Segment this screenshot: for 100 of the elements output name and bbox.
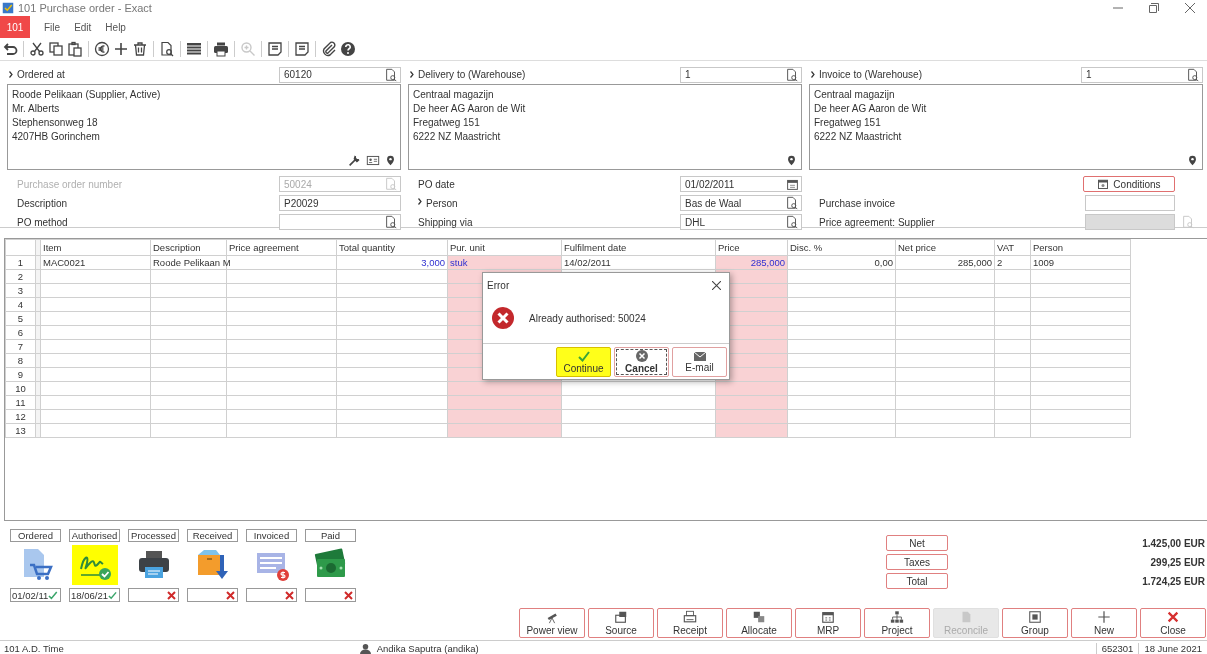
input-field[interactable] xyxy=(1085,195,1175,211)
note-icon[interactable] xyxy=(294,41,310,57)
action-button[interactable]: Close xyxy=(1140,608,1206,638)
menu-item[interactable]: Edit xyxy=(74,21,92,33)
column-header[interactable]: Disc. % xyxy=(787,239,896,256)
menu-item[interactable]: Help xyxy=(105,21,126,33)
user-name: Andika Saputra (andika) xyxy=(376,642,479,654)
address-line: Centraal magazijn xyxy=(413,89,495,100)
input-field[interactable]: 1 xyxy=(680,66,802,83)
input-field[interactable]: 1 xyxy=(1081,66,1203,83)
column-header[interactable]: Total quantity xyxy=(336,239,448,256)
hierarchy-icon xyxy=(890,610,904,624)
panel-label: Invoice to (Warehouse) xyxy=(819,69,922,80)
stage-label: Received xyxy=(187,529,238,542)
input-field[interactable] xyxy=(279,214,401,230)
euro-icon[interactable] xyxy=(94,41,110,57)
field-label: Price agreement: Supplier xyxy=(819,216,935,228)
stage-label: Paid xyxy=(305,529,356,542)
table-cell: 2 xyxy=(994,255,1031,270)
total-button[interactable]: Total xyxy=(886,573,948,589)
action-button[interactable]: Source xyxy=(588,608,654,638)
error-message: Already authorised: 50024 xyxy=(529,312,646,324)
inbox-icon xyxy=(614,610,628,624)
total-button[interactable]: Taxes xyxy=(886,554,948,570)
address-line: Centraal magazijn xyxy=(814,89,896,100)
lookup-icon xyxy=(384,177,398,191)
stage-label: Invoiced xyxy=(246,529,297,542)
action-button[interactable]: Power view xyxy=(519,608,585,638)
column-header[interactable]: Person xyxy=(1030,239,1131,256)
input-field[interactable]: P20029 xyxy=(279,195,401,211)
lookup-icon xyxy=(1186,67,1200,82)
input-field[interactable]: Bas de Waal xyxy=(680,195,802,211)
chevron-icon[interactable] xyxy=(410,71,414,78)
status-number: 652301 xyxy=(1095,642,1139,654)
column-header[interactable]: Description xyxy=(150,239,227,256)
panel-label: Delivery to (Warehouse) xyxy=(418,69,526,80)
row-number: 9 xyxy=(5,367,36,382)
cancel-icon xyxy=(635,350,648,362)
row-number: 2 xyxy=(5,269,36,284)
action-button[interactable]: MRP xyxy=(795,608,861,638)
dialog-button[interactable]: E-mail xyxy=(672,347,727,377)
check-icon xyxy=(577,350,590,362)
chevron-icon[interactable] xyxy=(811,71,815,78)
undo-icon[interactable] xyxy=(2,41,18,57)
menu-item[interactable]: File xyxy=(44,21,61,33)
address-line: 6222 NZ Maastricht xyxy=(814,131,903,142)
note-icon[interactable] xyxy=(267,41,283,57)
date-field[interactable]: 01/02/2011 xyxy=(680,176,802,192)
stage-label: Ordered xyxy=(10,529,61,542)
list-icon[interactable] xyxy=(186,41,202,57)
address-line: Stephensonweg 18 xyxy=(12,117,99,128)
company-badge[interactable]: 101 xyxy=(0,16,30,38)
chevron-icon[interactable] xyxy=(418,197,422,205)
copy-icon[interactable] xyxy=(48,41,64,57)
dialog-button[interactable]: Continue xyxy=(556,347,611,377)
calendar-icon xyxy=(821,610,835,624)
field-label: PO date xyxy=(418,178,455,190)
add-icon[interactable] xyxy=(113,41,129,57)
column-header[interactable]: Price agreement xyxy=(226,239,337,256)
paperclip-icon[interactable] xyxy=(321,41,337,57)
preview-icon[interactable] xyxy=(159,41,175,57)
conditions-button[interactable]: Conditions xyxy=(1083,176,1175,192)
action-button[interactable]: Project xyxy=(864,608,930,638)
trash-icon[interactable] xyxy=(132,41,148,57)
chevron-icon[interactable] xyxy=(9,71,13,78)
column-header[interactable]: Price xyxy=(715,239,788,256)
stage-label: Authorised xyxy=(69,529,120,542)
total-button[interactable]: Net xyxy=(886,535,948,551)
column-header[interactable]: Item xyxy=(40,239,151,256)
map-pin-icon xyxy=(385,154,396,167)
help-icon[interactable] xyxy=(340,41,356,57)
column-header[interactable]: VAT xyxy=(994,239,1031,256)
paste-icon[interactable] xyxy=(67,41,83,57)
action-button[interactable]: Allocate xyxy=(726,608,792,638)
restore-icon[interactable] xyxy=(1149,3,1159,13)
input-field[interactable]: DHL xyxy=(680,214,802,230)
column-header[interactable]: Net price xyxy=(895,239,995,256)
action-button[interactable]: New xyxy=(1071,608,1137,638)
wrench-icon xyxy=(348,154,361,167)
action-button[interactable]: Group xyxy=(1002,608,1068,638)
scissors-icon[interactable] xyxy=(29,41,45,57)
field-label: Person xyxy=(426,197,458,209)
address-line: Mr. Alberts xyxy=(12,103,61,114)
input-field[interactable]: 60120 xyxy=(279,66,401,83)
stage-label: Processed xyxy=(128,529,179,542)
input-field[interactable] xyxy=(1085,214,1175,230)
panel-label: Ordered at xyxy=(17,69,65,80)
row-number: 3 xyxy=(5,283,36,298)
close-icon[interactable] xyxy=(712,280,721,290)
dialog-button[interactable]: Cancel xyxy=(614,347,669,377)
calendar-icon xyxy=(786,177,799,191)
row-number: 6 xyxy=(5,325,36,340)
printer-icon[interactable] xyxy=(213,41,229,57)
error-icon xyxy=(491,306,515,330)
column-header[interactable]: Fulfilment date xyxy=(561,239,716,256)
address-line: 6222 NZ Maastricht xyxy=(413,131,502,142)
envelope-icon xyxy=(693,351,706,361)
close-icon[interactable] xyxy=(1185,3,1195,13)
action-button[interactable]: Receipt xyxy=(657,608,723,638)
column-header[interactable]: Pur. unit xyxy=(447,239,562,256)
